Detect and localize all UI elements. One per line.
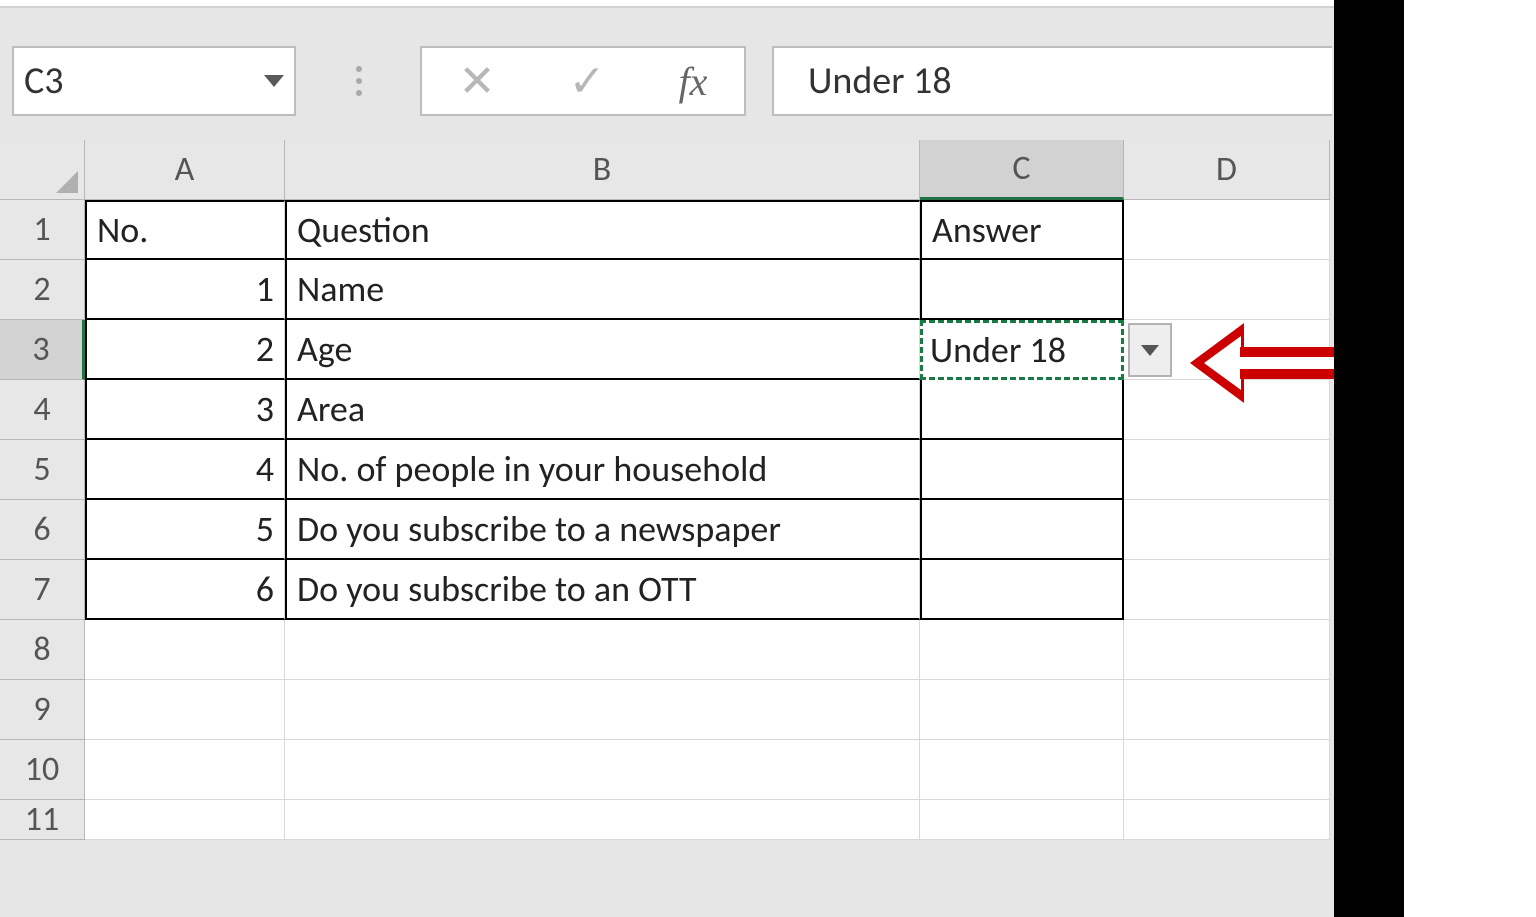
cell-C4[interactable] xyxy=(920,380,1124,440)
cell-B8[interactable] xyxy=(285,620,920,680)
cell-B3[interactable]: Age xyxy=(285,320,920,380)
cell-C10[interactable] xyxy=(920,740,1124,800)
cell-D1[interactable] xyxy=(1124,200,1330,260)
row-5: 5 4 No. of people in your household xyxy=(0,440,1334,500)
row-3: 3 2 Age Under 18 xyxy=(0,320,1334,380)
row-header-3[interactable]: 3 xyxy=(0,320,85,380)
row-header-5[interactable]: 5 xyxy=(0,440,85,500)
row-header-9[interactable]: 9 xyxy=(0,680,85,740)
cell-D8[interactable] xyxy=(1124,620,1330,680)
row-8: 8 xyxy=(0,620,1334,680)
cell-C9[interactable] xyxy=(920,680,1124,740)
row-2: 2 1 Name xyxy=(0,260,1334,320)
cell-D10[interactable] xyxy=(1124,740,1330,800)
formula-bar-buttons: ✕ ✓ fx xyxy=(420,46,746,116)
cell-A10[interactable] xyxy=(85,740,285,800)
cell-C1[interactable]: Answer xyxy=(920,200,1124,260)
cell-B4[interactable]: Area xyxy=(285,380,920,440)
grid-rows: 1 No. Question Answer 2 1 Name 3 2 Age U… xyxy=(0,200,1334,840)
col-header-A[interactable]: A xyxy=(85,140,285,200)
cell-A8[interactable] xyxy=(85,620,285,680)
cell-A3[interactable]: 2 xyxy=(85,320,285,380)
select-all-triangle[interactable] xyxy=(0,140,85,200)
row-10: 10 xyxy=(0,740,1334,800)
formula-input-value: Under 18 xyxy=(808,58,952,104)
cell-C8[interactable] xyxy=(920,620,1124,680)
cell-A9[interactable] xyxy=(85,680,285,740)
row-header-1[interactable]: 1 xyxy=(0,200,85,260)
row-header-7[interactable]: 7 xyxy=(0,560,85,620)
formula-input[interactable]: Under 18 xyxy=(772,46,1332,116)
row-header-8[interactable]: 8 xyxy=(0,620,85,680)
row-9: 9 xyxy=(0,680,1334,740)
ribbon-edge xyxy=(0,0,1334,8)
cell-B10[interactable] xyxy=(285,740,920,800)
col-header-D[interactable]: D xyxy=(1124,140,1330,200)
row-header-2[interactable]: 2 xyxy=(0,260,85,320)
cell-A6[interactable]: 5 xyxy=(85,500,285,560)
crop-white-margin xyxy=(1404,0,1536,917)
cell-D4[interactable] xyxy=(1124,380,1330,440)
row-7: 7 6 Do you subscribe to an OTT xyxy=(0,560,1334,620)
row-4: 4 3 Area xyxy=(0,380,1334,440)
cell-B6[interactable]: Do you subscribe to a newspaper xyxy=(285,500,920,560)
name-box-dropdown-icon[interactable] xyxy=(264,75,284,87)
cell-B7[interactable]: Do you subscribe to an OTT xyxy=(285,560,920,620)
cell-A7[interactable]: 6 xyxy=(85,560,285,620)
cell-C3[interactable]: Under 18 xyxy=(920,320,1124,380)
cell-C3-value: Under 18 xyxy=(930,328,1066,372)
excel-window: C3 ✕ ✓ fx Under 18 A B C D 1 No. Qu xyxy=(0,0,1334,917)
cell-A11[interactable] xyxy=(85,800,285,840)
cell-C2[interactable] xyxy=(920,260,1124,320)
insert-function-icon[interactable]: fx xyxy=(679,58,708,105)
formula-bar-grip-icon xyxy=(356,66,362,96)
name-box-value: C3 xyxy=(24,58,64,104)
cancel-icon[interactable]: ✕ xyxy=(459,54,496,108)
cell-D11[interactable] xyxy=(1124,800,1330,840)
enter-icon[interactable]: ✓ xyxy=(569,54,606,108)
row-header-10[interactable]: 10 xyxy=(0,740,85,800)
row-header-6[interactable]: 6 xyxy=(0,500,85,560)
col-header-B[interactable]: B xyxy=(285,140,920,200)
cell-C7[interactable] xyxy=(920,560,1124,620)
cell-B2[interactable]: Name xyxy=(285,260,920,320)
row-1: 1 No. Question Answer xyxy=(0,200,1334,260)
cell-D6[interactable] xyxy=(1124,500,1330,560)
cell-A1[interactable]: No. xyxy=(85,200,285,260)
cell-D5[interactable] xyxy=(1124,440,1330,500)
cell-B9[interactable] xyxy=(285,680,920,740)
cell-B5[interactable]: No. of people in your household xyxy=(285,440,920,500)
cell-D7[interactable] xyxy=(1124,560,1330,620)
row-11: 11 xyxy=(0,800,1334,840)
name-box[interactable]: C3 xyxy=(12,46,296,116)
cell-C6[interactable] xyxy=(920,500,1124,560)
cell-C11[interactable] xyxy=(920,800,1124,840)
row-header-11[interactable]: 11 xyxy=(0,800,85,840)
spreadsheet-grid[interactable]: A B C D 1 No. Question Answer 2 1 Name xyxy=(0,140,1334,840)
column-headers: A B C D xyxy=(0,140,1334,200)
cell-B11[interactable] xyxy=(285,800,920,840)
cell-A4[interactable]: 3 xyxy=(85,380,285,440)
formula-bar: C3 ✕ ✓ fx Under 18 xyxy=(0,40,1334,128)
cell-C5[interactable] xyxy=(920,440,1124,500)
cell-D2[interactable] xyxy=(1124,260,1330,320)
col-header-C[interactable]: C xyxy=(920,140,1124,200)
row-6: 6 5 Do you subscribe to a newspaper xyxy=(0,500,1334,560)
cell-A2[interactable]: 1 xyxy=(85,260,285,320)
cell-B1[interactable]: Question xyxy=(285,200,920,260)
row-header-4[interactable]: 4 xyxy=(0,380,85,440)
cell-D9[interactable] xyxy=(1124,680,1330,740)
data-validation-dropdown-icon[interactable] xyxy=(1128,323,1172,377)
cell-A5[interactable]: 4 xyxy=(85,440,285,500)
